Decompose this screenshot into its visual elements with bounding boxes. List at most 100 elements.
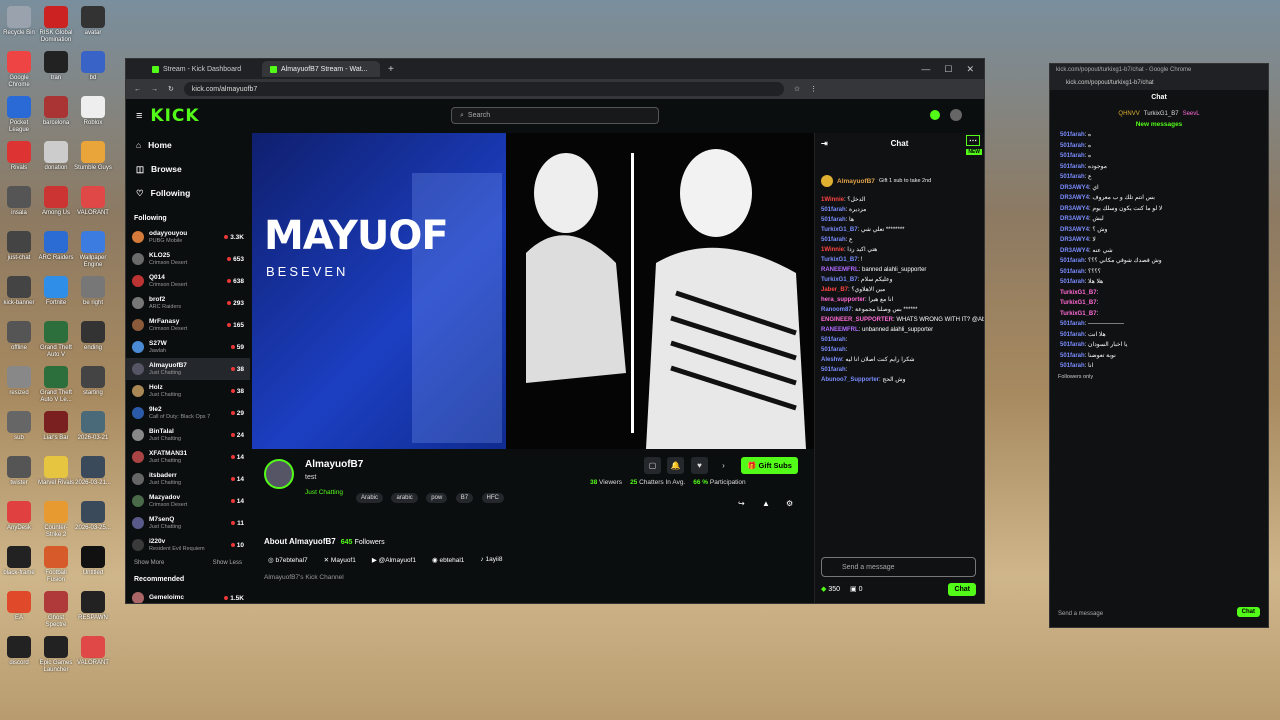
- desktop-icon[interactable]: 2026-03-25...: [74, 501, 112, 532]
- nav-following[interactable]: ♡ Following: [126, 181, 250, 205]
- chat-username[interactable]: hera_supporter: [821, 297, 865, 303]
- chat-username[interactable]: 501farah: [1060, 279, 1085, 285]
- chat-username[interactable]: TurkixG1_B7: [1060, 311, 1097, 317]
- nav-browse[interactable]: ◫ Browse: [126, 157, 250, 181]
- chat-username[interactable]: DR3AWY4: [1060, 185, 1089, 191]
- kick-logo[interactable]: KICK: [150, 106, 199, 126]
- following-item[interactable]: Mazyadov Crimson Desert 14: [126, 490, 250, 512]
- chat-username[interactable]: 501farah: [821, 207, 846, 213]
- desktop-icon[interactable]: AnyDesk: [0, 501, 38, 532]
- desktop-icon[interactable]: sub: [0, 411, 38, 442]
- chat-username[interactable]: DR3AWY4: [1060, 195, 1089, 201]
- desktop-icon[interactable]: VALORANT: [74, 636, 112, 667]
- maximize-button[interactable]: ☐: [944, 64, 952, 75]
- popout-chat-input[interactable]: Send a message: [1058, 611, 1103, 617]
- tag[interactable]: Arabic: [356, 493, 384, 503]
- instagram-link[interactable]: ◎ b7ebtehal7: [268, 556, 308, 564]
- streamer-avatar[interactable]: [264, 459, 294, 489]
- chat-input[interactable]: Send a message: [821, 557, 976, 577]
- chat-username[interactable]: Ranoom87: [821, 307, 852, 313]
- report-icon[interactable]: ▲: [762, 499, 770, 508]
- tag[interactable]: HFC: [481, 493, 504, 503]
- following-item[interactable]: MrFanasy Crimson Desert 165: [126, 314, 250, 336]
- chat-username[interactable]: 501farah: [1060, 164, 1085, 170]
- show-more-link[interactable]: Show More: [134, 560, 164, 566]
- chat-username[interactable]: 501farah: [1060, 332, 1085, 338]
- pinned-message[interactable]: AlmayuofB7 Gift 1 sub to take 2nd: [821, 171, 978, 191]
- desktop-icon[interactable]: Wallpaper Engine: [74, 231, 112, 269]
- desktop-icon[interactable]: offline: [0, 321, 38, 352]
- chat-username[interactable]: 1Winnie: [821, 247, 844, 253]
- following-item[interactable]: Q014 Crimson Desert 638: [126, 270, 250, 292]
- minimize-button[interactable]: —: [921, 64, 930, 75]
- desktop-icon[interactable]: barcelona: [37, 96, 75, 127]
- back-icon[interactable]: ←: [134, 86, 141, 93]
- following-item[interactable]: odayyouyou PUBG Mobile 3.3K: [126, 226, 250, 248]
- chat-send-button[interactable]: Chat: [948, 582, 976, 596]
- following-item[interactable]: 9le2 Call of Duty: Black Ops 7 29: [126, 402, 250, 424]
- share-icon[interactable]: ↪: [738, 499, 745, 508]
- desktop-icon[interactable]: Pocket League: [0, 96, 38, 134]
- show-less-link[interactable]: Show Less: [213, 560, 242, 566]
- chat-username[interactable]: 501farah: [1060, 363, 1085, 369]
- desktop-icon[interactable]: Counter-Strike 2: [37, 501, 75, 539]
- chat-username[interactable]: TurkixG1_B7: [821, 257, 858, 263]
- chat-username[interactable]: 501farah: [821, 217, 846, 223]
- desktop-icon[interactable]: Ghost Spectre: [37, 591, 75, 629]
- stream-category[interactable]: Just Chatting: [305, 489, 343, 496]
- desktop-icon[interactable]: Google Chrome: [0, 51, 38, 89]
- chat-username[interactable]: 501farah: [821, 337, 846, 343]
- notify-bell-icon[interactable]: 🔔: [667, 457, 684, 474]
- desktop-icon[interactable]: donation: [37, 141, 75, 172]
- collapse-chat-icon[interactable]: ⇥: [821, 139, 828, 148]
- desktop-icon[interactable]: kick-banner: [0, 276, 38, 307]
- following-item[interactable]: itsbaderr Just Chatting 14: [126, 468, 250, 490]
- more-options-icon[interactable]: ›: [715, 457, 732, 474]
- chat-menu-icon[interactable]: ⋯: [966, 135, 980, 146]
- follow-heart-icon[interactable]: ♥: [691, 457, 708, 474]
- youtube-link[interactable]: ▶ @Almayuof1: [372, 556, 416, 564]
- chat-username[interactable]: DR3AWY4: [1060, 216, 1089, 222]
- forward-icon[interactable]: →: [151, 86, 158, 93]
- following-item[interactable]: S27W Jawlah 59: [126, 336, 250, 358]
- pinned-user[interactable]: AlmayuofB7: [837, 178, 875, 185]
- close-button[interactable]: ✕: [966, 64, 974, 75]
- clip-button[interactable]: ▢: [644, 457, 661, 474]
- chat-username[interactable]: 501farah: [1060, 174, 1085, 180]
- desktop-icon[interactable]: avatar: [74, 6, 112, 37]
- desktop-icon[interactable]: bd: [74, 51, 112, 82]
- chat-username[interactable]: Aleshw: [821, 357, 842, 363]
- video-player[interactable]: MAYUOF BESEVEN: [252, 133, 816, 449]
- chat-username[interactable]: 501farah: [1060, 321, 1085, 327]
- chat-username[interactable]: TurkixG1_B7: [1060, 290, 1097, 296]
- chat-username[interactable]: 501farah: [821, 367, 846, 373]
- chat-username[interactable]: TurkixG1_B7: [821, 277, 858, 283]
- menu-icon[interactable]: ≡: [136, 110, 142, 122]
- top-user[interactable]: SeevL: [1183, 111, 1200, 117]
- following-item[interactable]: KLO25 Crimson Desert 653: [126, 248, 250, 270]
- desktop-icon[interactable]: Grand Theft Auto V: [37, 321, 75, 359]
- top-user[interactable]: TurkixG1_B7: [1144, 111, 1179, 117]
- desktop-icon[interactable]: Untitled: [74, 546, 112, 577]
- desktop-icon[interactable]: starting: [74, 366, 112, 397]
- desktop-icon[interactable]: Liar's Bar: [37, 411, 75, 442]
- points-display[interactable]: ◆ 350: [821, 585, 840, 593]
- chat-username[interactable]: TurkixG1_B7: [821, 227, 858, 233]
- desktop-icon[interactable]: Marvel Rivals: [37, 456, 75, 487]
- tag[interactable]: pow: [426, 493, 448, 503]
- following-item[interactable]: XFATMAN31 Just Chatting 14: [126, 446, 250, 468]
- chat-username[interactable]: RANEEMFRL: [821, 267, 859, 273]
- chat-username[interactable]: DR3AWY4: [1060, 248, 1089, 254]
- following-item[interactable]: Holz Just Chatting 38: [126, 380, 250, 402]
- x-link[interactable]: ✕ Mayuof1: [324, 556, 356, 564]
- chat-username[interactable]: 501farah: [1060, 342, 1085, 348]
- popout-send-button[interactable]: Chat: [1236, 607, 1260, 617]
- extensions-icon[interactable]: ⋮: [810, 85, 817, 93]
- tiktok-link[interactable]: ♪ 1ayii8: [480, 556, 502, 564]
- desktop-icon[interactable]: resized: [0, 366, 38, 397]
- chat-username[interactable]: Abunoo7_Supporter: [821, 377, 879, 383]
- desktop-icon[interactable]: insala: [0, 186, 38, 217]
- following-item[interactable]: AlmayuofB7 Just Chatting 38: [126, 358, 250, 380]
- tag[interactable]: B7: [455, 493, 474, 503]
- desktop-icon[interactable]: VALORANT: [74, 186, 112, 217]
